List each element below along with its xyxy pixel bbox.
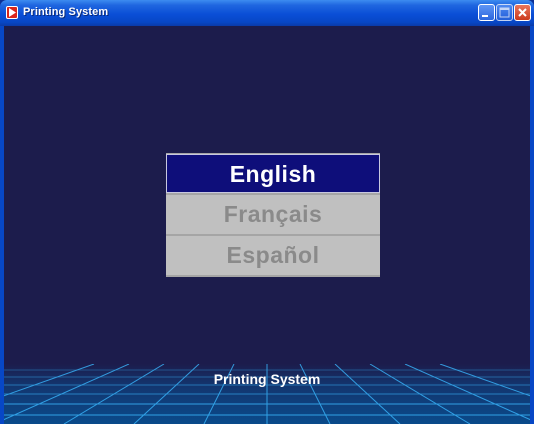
window-title: Printing System xyxy=(23,6,109,18)
minimize-icon xyxy=(482,15,488,17)
client-area: English Français Español Printing System xyxy=(4,26,530,424)
close-icon xyxy=(518,8,527,17)
language-option-francais[interactable]: Français xyxy=(166,195,380,234)
close-button[interactable] xyxy=(514,4,531,21)
application-window: Printing System English Français Español xyxy=(0,0,534,424)
maximize-icon xyxy=(499,7,510,18)
language-option-espanol[interactable]: Español xyxy=(166,236,380,275)
footer-title: Printing System xyxy=(213,371,321,387)
language-menu: English Français Español xyxy=(166,153,380,277)
window-border-right xyxy=(530,26,534,424)
language-option-english[interactable]: English xyxy=(166,154,380,193)
title-bar[interactable]: Printing System xyxy=(0,0,534,26)
minimize-button[interactable] xyxy=(478,4,495,21)
app-icon[interactable] xyxy=(6,6,18,19)
maximize-button[interactable] xyxy=(496,4,513,21)
